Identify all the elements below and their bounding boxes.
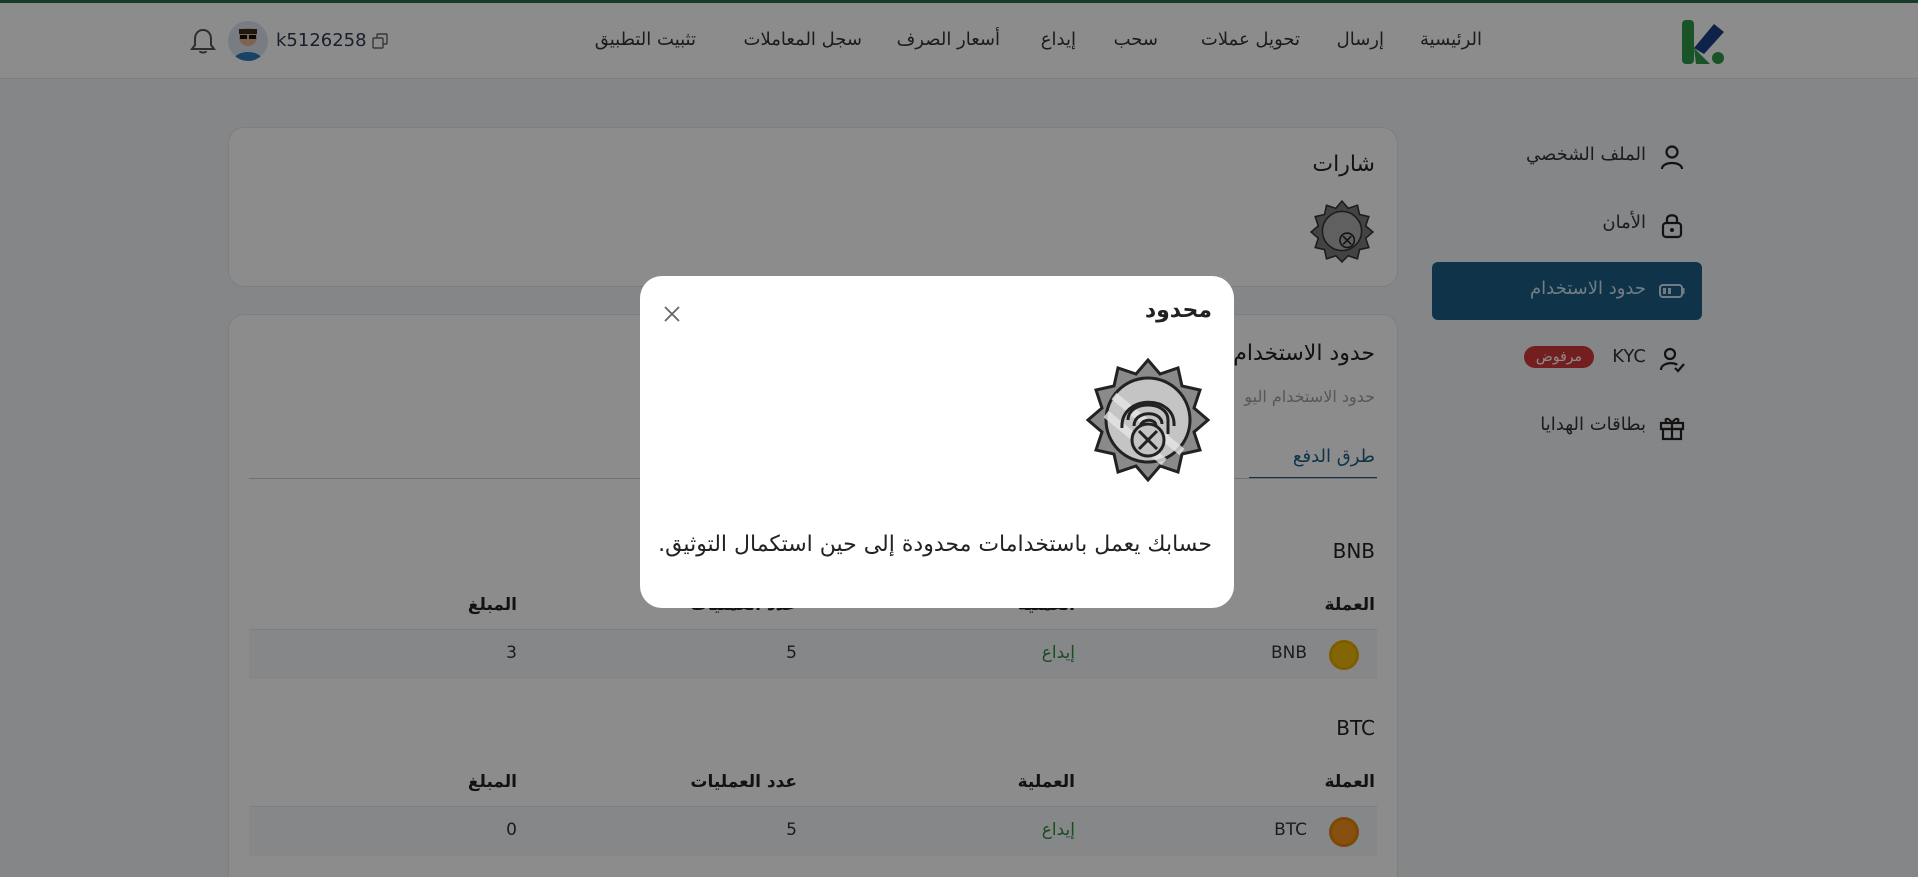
fingerprint-badge-icon (1085, 357, 1211, 483)
restricted-modal: محدود حسابك يعمل باستخدامات محدودة إلى ح… (640, 276, 1234, 608)
modal-message: حسابك يعمل باستخدامات محدودة إلى حين است… (658, 532, 1212, 557)
modal-title: محدود (1144, 298, 1212, 323)
close-icon[interactable] (660, 302, 684, 326)
